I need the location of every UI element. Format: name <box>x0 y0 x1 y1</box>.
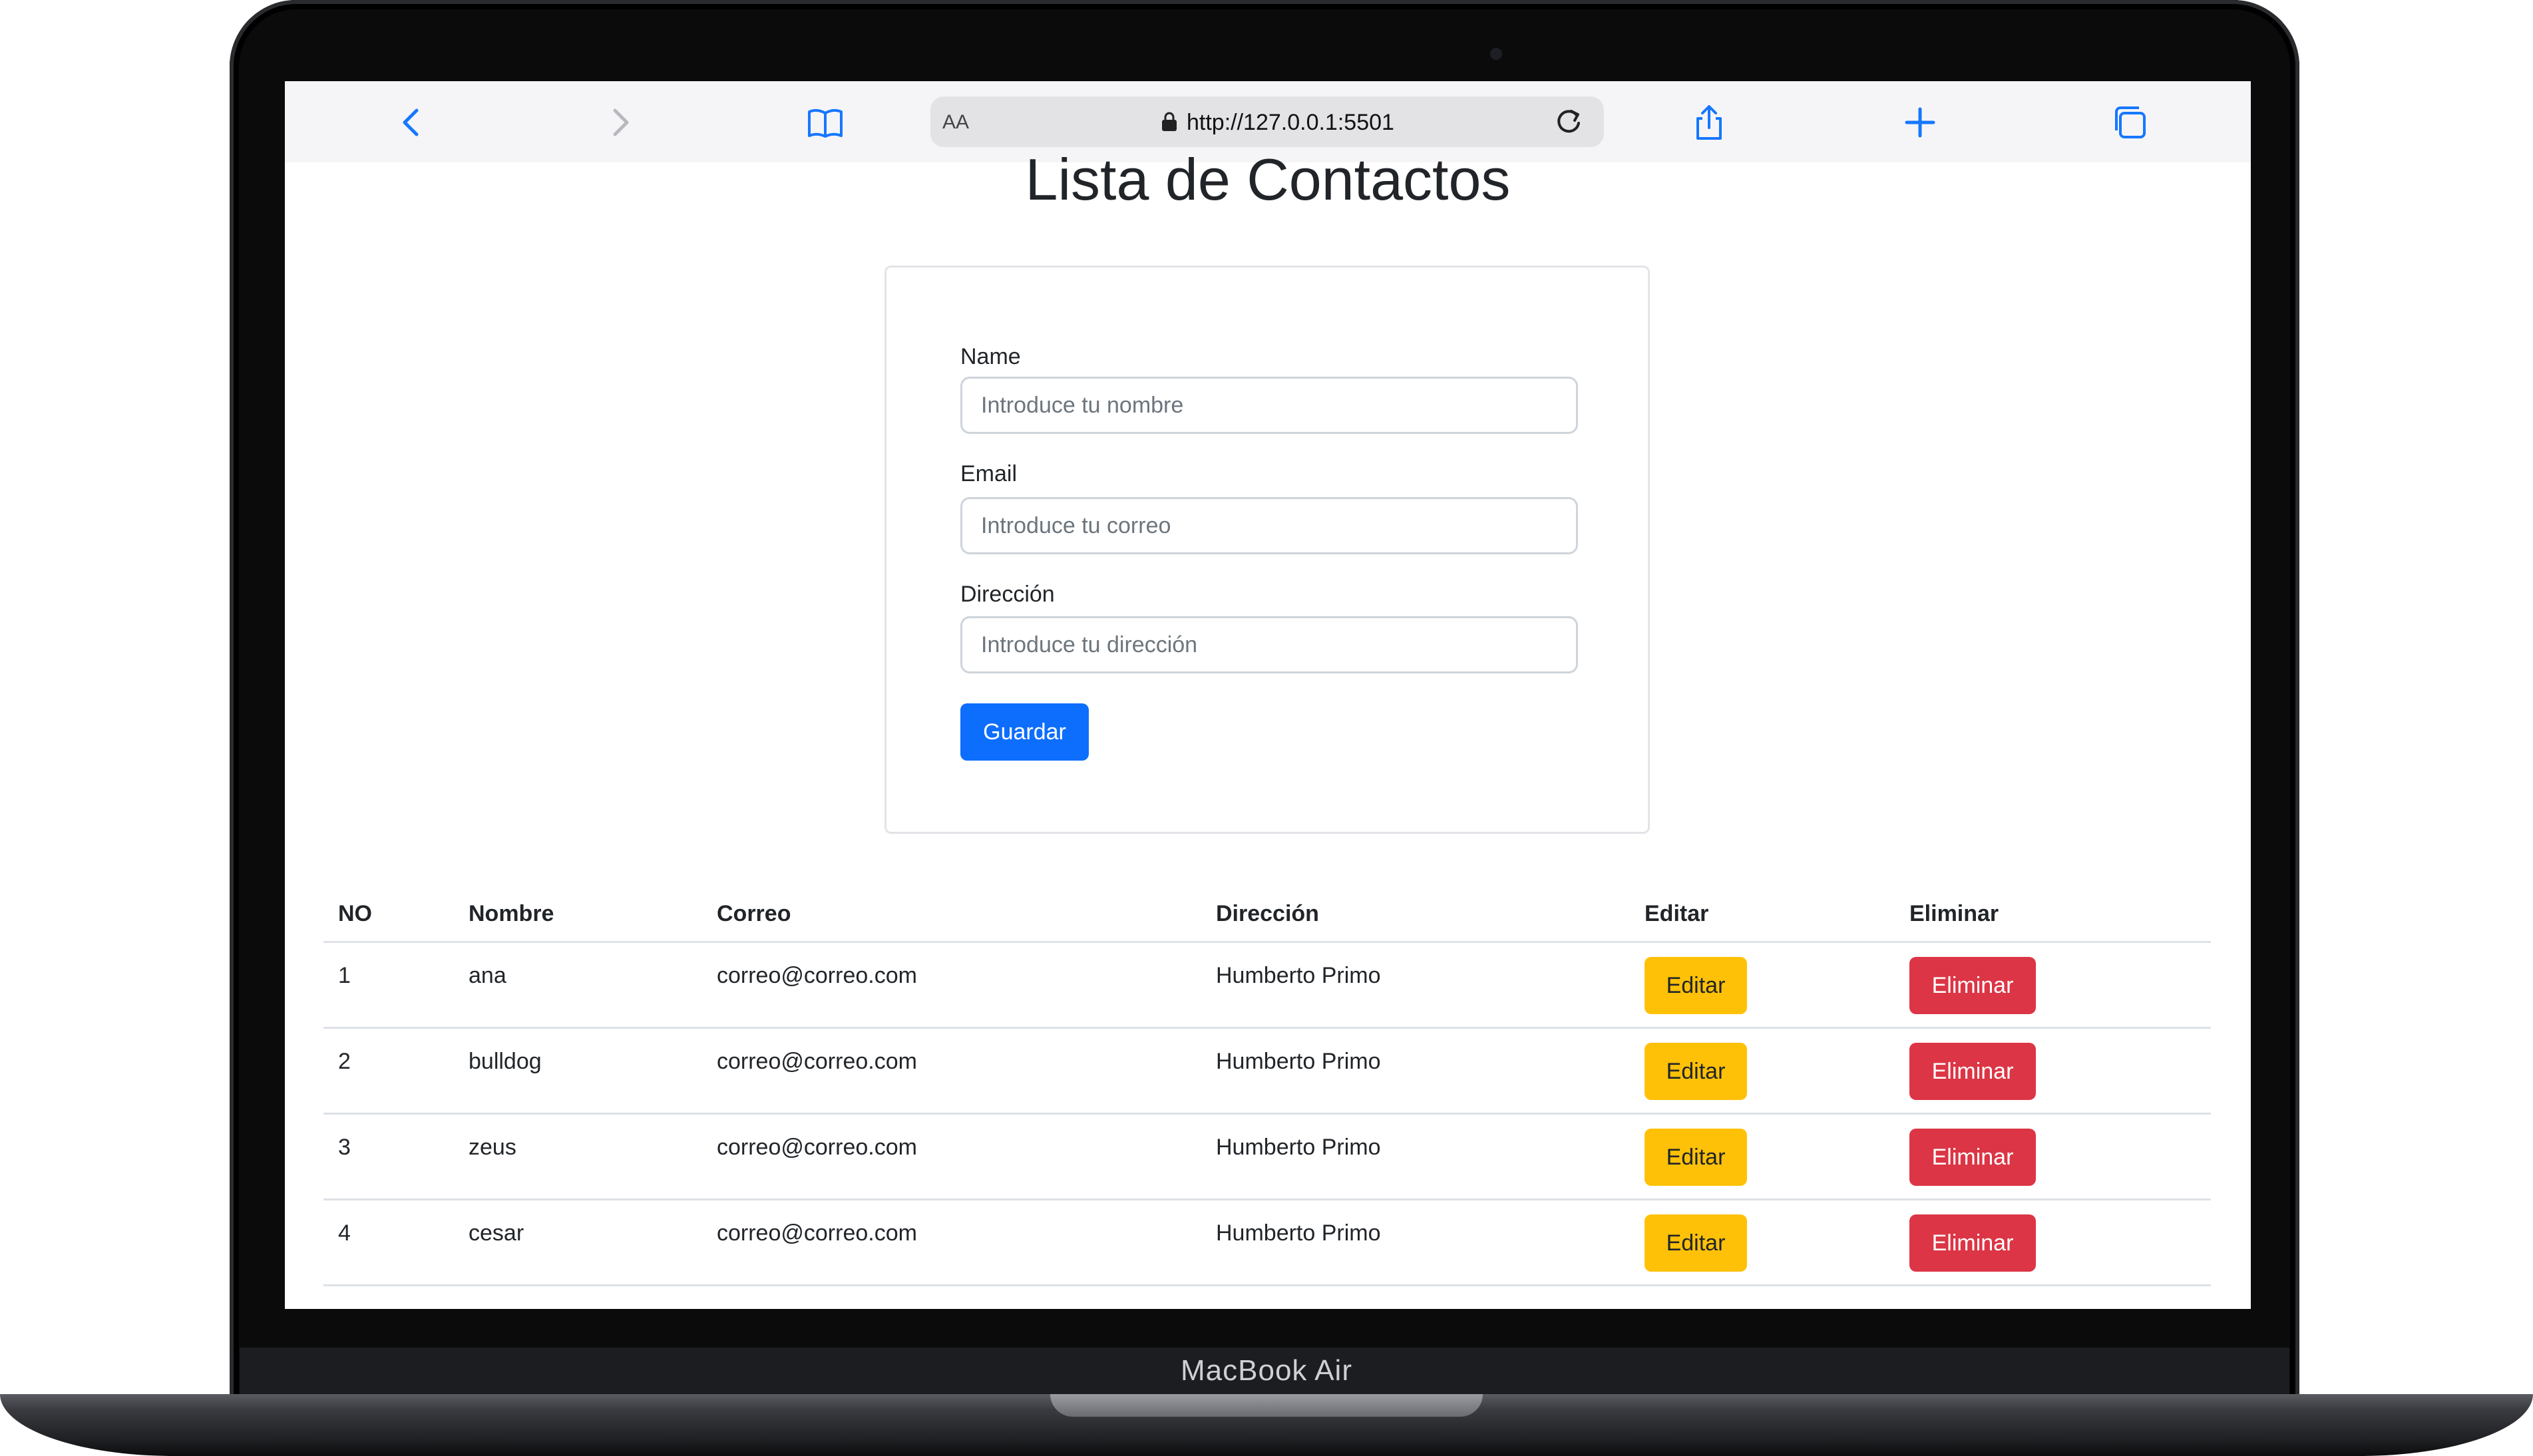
row-nombre: cesar <box>469 1220 524 1246</box>
edit-button[interactable]: Editar <box>1645 957 1747 1014</box>
lock-icon <box>1162 112 1177 131</box>
header-nombre: Nombre <box>469 901 554 926</box>
row-no: 3 <box>338 1135 351 1160</box>
device-label: MacBook Air <box>1181 1354 1352 1387</box>
row-nombre: bulldog <box>469 1049 542 1074</box>
row-direccion: Humberto Primo <box>1216 963 1381 988</box>
address-bar[interactable]: AA http://127.0.0.1:5501 <box>930 96 1604 147</box>
tabs-icon[interactable] <box>2110 102 2150 142</box>
save-button[interactable]: Guardar <box>960 703 1089 761</box>
delete-button[interactable]: Eliminar <box>1909 1214 2036 1272</box>
url-text: http://127.0.0.1:5501 <box>1187 110 1394 135</box>
row-direccion: Humberto Primo <box>1216 1135 1381 1160</box>
contacts-table: NO Nombre Correo Dirección Editar Elimin… <box>323 876 2211 1286</box>
header-editar: Editar <box>1645 901 1709 926</box>
row-no: 1 <box>338 963 351 988</box>
edit-button[interactable]: Editar <box>1645 1129 1747 1186</box>
row-nombre: zeus <box>469 1135 516 1160</box>
address-input[interactable] <box>960 616 1578 673</box>
email-input[interactable] <box>960 497 1578 554</box>
header-correo: Correo <box>717 901 791 926</box>
new-tab-icon[interactable] <box>1900 102 1940 142</box>
row-no: 2 <box>338 1049 351 1074</box>
row-no: 4 <box>338 1220 351 1246</box>
page-title: Lista de Contactos <box>1025 146 1511 212</box>
header-direccion: Dirección <box>1216 901 1319 926</box>
row-correo: correo@correo.com <box>717 1135 917 1160</box>
laptop-hinge-notch <box>1050 1394 1483 1417</box>
edit-button[interactable]: Editar <box>1645 1043 1747 1100</box>
share-icon[interactable] <box>1689 102 1729 142</box>
text-size-button[interactable]: AA <box>942 111 969 134</box>
forward-icon[interactable] <box>600 102 640 142</box>
row-direccion: Humberto Primo <box>1216 1049 1381 1074</box>
row-correo: correo@correo.com <box>717 1220 917 1246</box>
table-row: 4 cesar correo@correo.com Humberto Primo… <box>323 1200 2211 1286</box>
address-label: Dirección <box>960 582 1055 607</box>
name-label: Name <box>960 344 1021 369</box>
delete-button[interactable]: Eliminar <box>1909 957 2036 1014</box>
reload-icon[interactable] <box>1553 106 1585 138</box>
delete-button[interactable]: Eliminar <box>1909 1043 2036 1100</box>
screen: AA http://127.0.0.1:5501 Lista de Contac… <box>285 81 2251 1309</box>
header-eliminar: Eliminar <box>1909 901 1999 926</box>
name-input[interactable] <box>960 377 1578 434</box>
row-correo: correo@correo.com <box>717 1049 917 1074</box>
table-row: 1 ana correo@correo.com Humberto Primo E… <box>323 943 2211 1029</box>
email-label: Email <box>960 461 1018 486</box>
row-direccion: Humberto Primo <box>1216 1220 1381 1246</box>
table-header: NO Nombre Correo Dirección Editar Elimin… <box>323 876 2211 943</box>
back-icon[interactable] <box>391 102 431 142</box>
row-nombre: ana <box>469 963 506 988</box>
contact-form-card: Name Email Dirección Guardar <box>884 266 1650 834</box>
edit-button[interactable]: Editar <box>1645 1214 1747 1272</box>
table-row: 3 zeus correo@correo.com Humberto Primo … <box>323 1115 2211 1200</box>
bookmarks-icon[interactable] <box>805 102 845 142</box>
delete-button[interactable]: Eliminar <box>1909 1129 2036 1186</box>
camera <box>1490 48 1502 60</box>
row-correo: correo@correo.com <box>717 963 917 988</box>
header-no: NO <box>338 901 372 926</box>
table-row: 2 bulldog correo@correo.com Humberto Pri… <box>323 1029 2211 1115</box>
